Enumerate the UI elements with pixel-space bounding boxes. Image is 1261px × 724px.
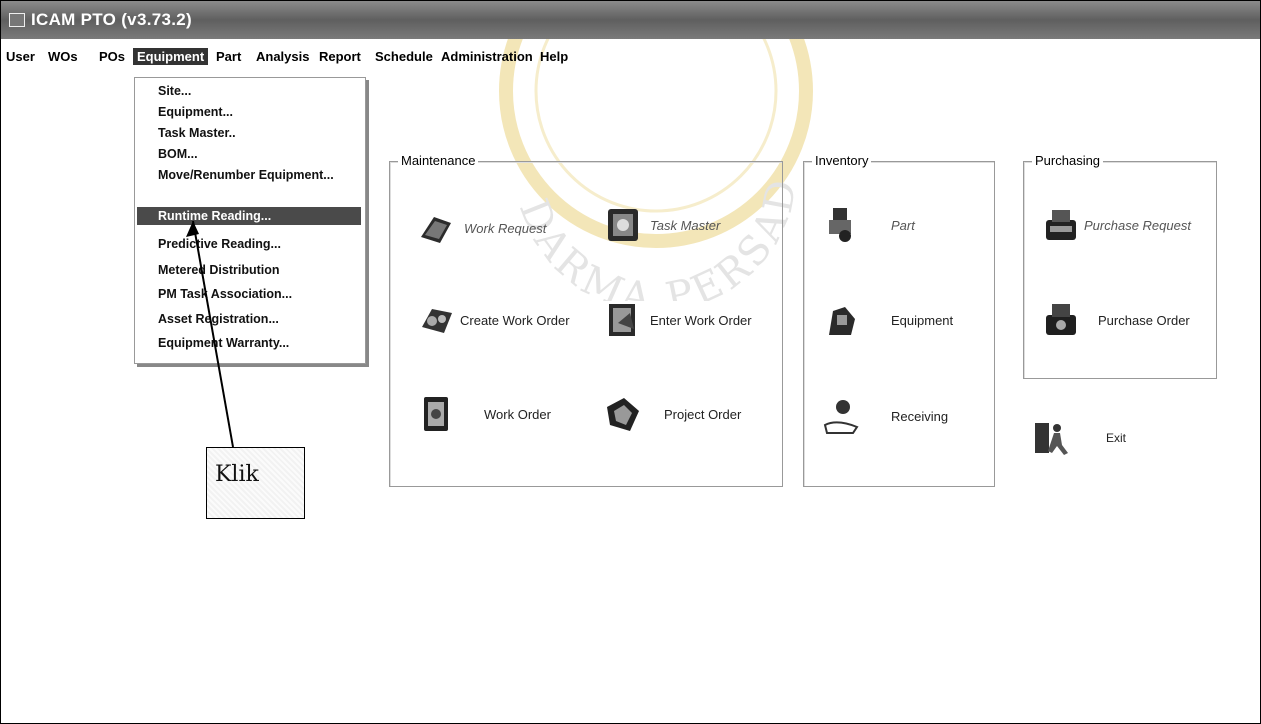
equipment-dropdown-menu: Site... Equipment... Task Master.. BOM..…: [134, 77, 366, 364]
menu-schedule[interactable]: Schedule: [375, 49, 433, 64]
menu-item-equipment-warranty[interactable]: Equipment Warranty...: [158, 336, 289, 350]
work-request-label: Work Request: [464, 220, 547, 236]
purchasing-title: Purchasing: [1032, 153, 1104, 168]
equipment-icon: [829, 307, 855, 335]
create-work-order-button[interactable]: Create Work Order: [418, 301, 570, 339]
purchasing-group: Purchasing: [1023, 153, 1217, 379]
annotation-label: Klik: [215, 462, 259, 487]
part-button[interactable]: Part: [823, 206, 915, 244]
enter-work-order-icon: [609, 304, 635, 336]
create-work-order-label: Create Work Order: [460, 312, 570, 328]
project-order-icon: [607, 398, 639, 431]
exit-label: Exit: [1106, 431, 1127, 445]
inventory-title: Inventory: [812, 153, 872, 168]
menu-bar: User WOs POs Equipment Part Analysis Rep…: [1, 45, 1260, 67]
menu-item-task-master[interactable]: Task Master..: [158, 126, 236, 140]
menu-user[interactable]: User: [6, 49, 35, 64]
enter-work-order-button[interactable]: Enter Work Order: [604, 301, 752, 339]
equipment-label: Equipment: [891, 312, 954, 328]
window-title: ICAM PTO (v3.73.2): [31, 10, 192, 29]
menu-report[interactable]: Report: [319, 49, 361, 64]
work-order-label: Work Order: [484, 406, 551, 422]
task-master-icon: [608, 209, 638, 241]
app-window: DARMA PERSADA ICAM PTO (v3.73.2) User WO…: [0, 0, 1261, 724]
work-request-icon: [421, 217, 451, 243]
receiving-button[interactable]: Receiving: [823, 397, 948, 435]
menu-item-pm-task-association[interactable]: PM Task Association...: [158, 287, 292, 301]
menu-analysis[interactable]: Analysis: [256, 49, 309, 64]
title-bar: ICAM PTO (v3.73.2): [1, 1, 1260, 39]
menu-equipment[interactable]: Equipment: [133, 48, 209, 65]
menu-administration[interactable]: Administration: [441, 49, 533, 64]
project-order-label: Project Order: [664, 406, 742, 422]
part-icon: [829, 208, 851, 242]
menu-wos[interactable]: WOs: [48, 49, 78, 64]
menu-item-predictive-reading[interactable]: Predictive Reading...: [158, 237, 281, 251]
equipment-button[interactable]: Equipment: [823, 301, 953, 339]
menu-item-bom[interactable]: BOM...: [158, 147, 198, 161]
app-icon[interactable]: [9, 13, 25, 27]
purchase-order-button[interactable]: Purchase Order: [1042, 301, 1190, 339]
purchase-request-icon: [1046, 210, 1076, 240]
exit-button[interactable]: Exit: [1032, 419, 1126, 457]
purchase-order-label: Purchase Order: [1098, 312, 1190, 328]
menu-item-runtime-reading[interactable]: Runtime Reading...: [158, 209, 271, 223]
menu-item-equipment[interactable]: Equipment...: [158, 105, 233, 119]
task-master-label: Task Master: [650, 217, 721, 233]
menu-pos[interactable]: POs: [99, 49, 125, 64]
menu-item-site[interactable]: Site...: [158, 84, 191, 98]
menu-item-asset-registration[interactable]: Asset Registration...: [158, 312, 279, 326]
menu-help[interactable]: Help: [540, 49, 568, 64]
work-order-icon: [424, 397, 448, 431]
work-order-button[interactable]: Work Order: [418, 395, 551, 433]
project-order-button[interactable]: Project Order: [604, 395, 741, 433]
part-label: Part: [891, 217, 915, 233]
work-request-button[interactable]: Work Request: [418, 209, 546, 247]
purchase-request-button[interactable]: Purchase Request: [1042, 206, 1191, 244]
maintenance-title: Maintenance: [398, 153, 479, 168]
enter-work-order-label: Enter Work Order: [650, 312, 752, 328]
task-master-button[interactable]: Task Master: [604, 206, 720, 244]
create-work-order-icon: [422, 309, 452, 333]
menu-item-move-renumber-equipment[interactable]: Move/Renumber Equipment...: [158, 168, 334, 182]
exit-icon: [1035, 423, 1068, 455]
annotation-box: Klik: [206, 447, 305, 519]
purchase-request-label: Purchase Request: [1084, 217, 1191, 233]
menu-part[interactable]: Part: [216, 49, 241, 64]
receiving-label: Receiving: [891, 408, 949, 424]
purchase-order-icon: [1046, 304, 1076, 335]
menu-item-metered-distribution[interactable]: Metered Distribution: [158, 263, 280, 277]
receiving-icon: [823, 400, 859, 434]
